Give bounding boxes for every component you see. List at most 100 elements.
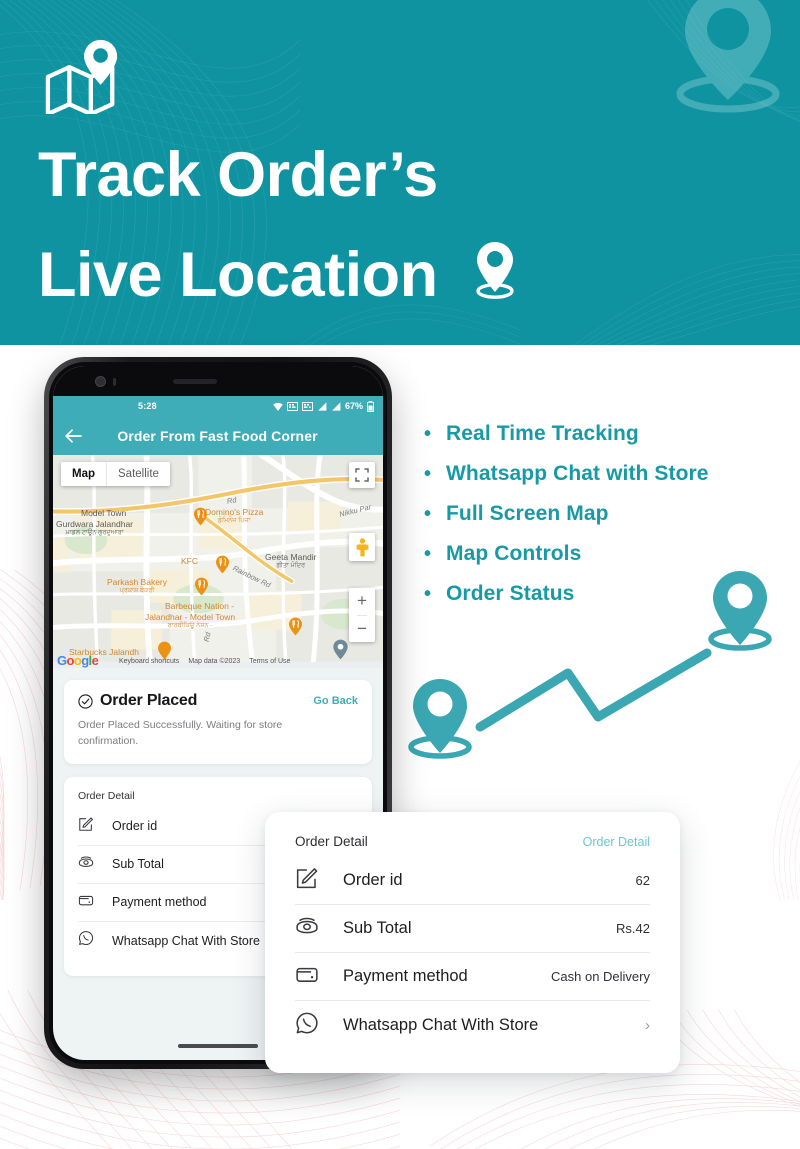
order-status-card: Order Placed Go Back Order Placed Succes… — [64, 680, 372, 764]
map-label-poi: KFC — [181, 556, 198, 566]
bullet-icon: • — [424, 463, 432, 485]
hero-title-line-2: Live Location — [38, 240, 438, 310]
map-zoom-control[interactable]: + − — [349, 588, 375, 642]
feature-item: • Order Status — [424, 582, 784, 622]
status-bar-time: 5:28 — [138, 401, 157, 411]
street-view-pegman-button[interactable] — [349, 533, 375, 561]
map-label-poi: Parkash Bakery ਪ੍ਰਕਾਸ਼ ਬੇਕਰੀ — [107, 577, 167, 594]
floating-detail-row[interactable]: Payment method Cash on Delivery — [295, 953, 650, 1001]
order-detail-label: Sub Total — [112, 857, 164, 872]
sim1-icon — [286, 401, 298, 411]
app-bar: Order From Fast Food Corner — [53, 416, 383, 455]
chevron-right-icon[interactable]: › — [645, 1017, 650, 1034]
map-zoom-in-button[interactable]: + — [357, 588, 367, 616]
restaurant-poi-pin-icon[interactable] — [194, 577, 209, 596]
navigation-home-indicator — [178, 1044, 258, 1048]
signal-icon — [332, 401, 341, 411]
map-type-button-map[interactable]: Map — [61, 462, 106, 486]
bullet-icon: • — [424, 503, 432, 525]
hero-title-line-1: Track Order’s — [38, 140, 438, 210]
hero-banner: Track Order’s Live Location — [0, 0, 800, 345]
battery-percent: 67% — [344, 401, 363, 411]
floating-detail-label: Order id — [343, 871, 403, 889]
order-detail-label: Payment method — [112, 895, 207, 910]
route-start-pin-icon — [408, 679, 472, 759]
order-detail-label: Order id — [112, 819, 158, 834]
map-label-text: Parkash Bakery — [107, 577, 167, 587]
battery-icon — [367, 400, 374, 412]
back-arrow-icon[interactable] — [65, 428, 82, 443]
map-label-text: Rd — [201, 631, 213, 643]
map-label-text: Gurdwara Jalandhar — [56, 519, 134, 529]
terms-of-use-link[interactable]: Terms of Use — [249, 658, 290, 665]
cash-icon — [78, 854, 98, 875]
map-attribution: Keyboard shortcuts Map data ©2023 Terms … — [53, 655, 383, 668]
floating-detail-value: Rs.42 — [616, 921, 650, 936]
feature-item: • Map Controls — [424, 542, 784, 582]
restaurant-poi-pin-icon[interactable] — [193, 507, 208, 526]
cash-icon — [295, 914, 321, 943]
map-label-subtext: ਗੀਤਾ ਮੰਦਿਰ — [276, 562, 306, 570]
map-label: Model Town — [81, 508, 127, 518]
whatsapp-icon — [295, 1011, 321, 1040]
feature-label: Full Screen Map — [446, 502, 609, 525]
floating-detail-row[interactable]: Whatsapp Chat With Store › — [295, 1001, 650, 1049]
sensor-icon — [113, 378, 116, 386]
map-label-text: Geeta Mandir — [265, 552, 317, 562]
feature-list: • Real Time Tracking • Whatsapp Chat wit… — [424, 422, 784, 622]
hero-title-line-2-wrap: Live Location — [38, 226, 521, 326]
wallet-icon — [78, 892, 98, 913]
phone-notch — [53, 366, 383, 396]
floating-card-heading-accent: Order Detail — [582, 835, 650, 849]
restaurant-poi-pin-icon[interactable] — [288, 617, 303, 636]
map-pin-icon — [45, 39, 118, 114]
app-bar-title: Order From Fast Food Corner — [117, 427, 318, 444]
sim2-icon — [301, 401, 313, 411]
feature-label: Order Status — [446, 582, 575, 605]
hero-title: Track Order’s Live Location — [38, 126, 521, 326]
map-label-text: Model Town — [81, 508, 127, 518]
whatsapp-icon — [78, 930, 98, 951]
map-label-text: Domino's Pizza — [205, 507, 264, 517]
floating-detail-row[interactable]: Order id 62 — [295, 857, 650, 905]
map-road-label: Rd — [226, 495, 238, 506]
map-fullscreen-button[interactable] — [349, 462, 375, 488]
map-type-button-satellite[interactable]: Satellite — [106, 462, 170, 486]
location-pin-icon — [475, 242, 514, 299]
floating-detail-label: Sub Total — [343, 919, 412, 937]
map-label-poi: Jalandhar - Model Town ਬਾਰਬੀਕਿਊ ਨੇਸ਼ਨ - — [145, 612, 236, 630]
signal-icon — [318, 401, 327, 411]
map-label-text: Rd — [226, 495, 238, 506]
order-detail-heading: Order Detail — [78, 789, 135, 802]
floating-detail-value: Cash on Delivery — [551, 969, 650, 984]
route-line — [475, 648, 712, 732]
feature-item: • Real Time Tracking — [424, 422, 784, 462]
feature-label: Map Controls — [446, 542, 582, 565]
map-label-poi: Barbeque Nation - — [165, 601, 234, 611]
map-type-control[interactable]: Map Satellite — [61, 462, 170, 486]
bullet-icon: • — [424, 543, 432, 565]
restaurant-poi-pin-icon[interactable] — [215, 555, 230, 574]
map-label-text: Jalandhar - Model Town — [145, 612, 236, 622]
order-status-header: Order Placed Go Back — [78, 692, 358, 710]
map-view[interactable]: Model Town Gurdwara Jalandhar ਮਾਡਲ ਟਾਊਨ … — [53, 455, 383, 668]
map-zoom-out-button[interactable]: − — [357, 616, 367, 643]
go-back-button[interactable]: Go Back — [313, 695, 358, 707]
fullscreen-icon — [355, 468, 369, 482]
feature-label: Real Time Tracking — [446, 422, 639, 445]
floating-detail-label: Whatsapp Chat With Store — [343, 1015, 539, 1034]
poster-page: Track Order’s Live Location • Real Time … — [0, 0, 800, 1149]
map-label-poi: Domino's Pizza ਡੋਮਿਨੋਜ ਪਿਜ਼ਾ — [205, 507, 264, 524]
edit-square-icon — [78, 816, 98, 837]
edit-square-icon — [295, 866, 321, 895]
feature-item: • Whatsapp Chat with Store — [424, 462, 784, 502]
floating-detail-row[interactable]: Sub Total Rs.42 — [295, 905, 650, 953]
front-camera-icon — [95, 376, 106, 387]
map-label-subtext: ਬਾਰਬੀਕਿਊ ਨੇਸ਼ਨ - — [167, 622, 213, 630]
map-data-text: Map data ©2023 — [188, 658, 241, 665]
keyboard-shortcuts-link[interactable]: Keyboard shortcuts — [119, 658, 179, 665]
bullet-icon: • — [424, 423, 432, 445]
bullet-icon: • — [424, 583, 432, 605]
earpiece-speaker — [173, 379, 217, 384]
street-view-pegman-icon — [356, 537, 368, 556]
